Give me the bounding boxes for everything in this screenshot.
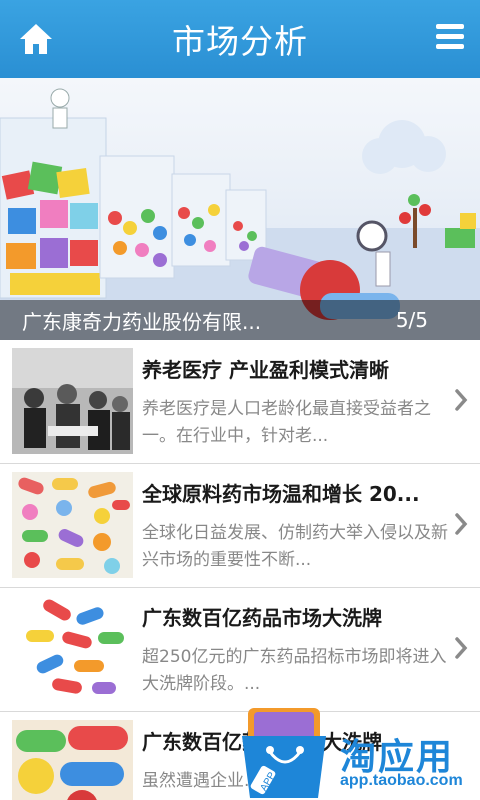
shopping-bag-icon: APP	[242, 708, 326, 798]
menu-icon[interactable]	[436, 24, 464, 52]
article-title: 养老医疗 产业盈利模式清晰	[142, 358, 389, 382]
banner-caption-bar: 广东康奇力药业股份有限... 5/5	[0, 300, 480, 340]
candy-jar-small	[171, 173, 267, 267]
article-summary: 养老医疗是人口老龄化最直接受益者之一。在行业中，针对老...	[142, 399, 431, 446]
banner-page-counter: 5/5	[395, 308, 428, 332]
chevron-right-icon	[455, 389, 468, 411]
page-title: 市场分析	[172, 22, 308, 61]
list-item[interactable]: 全球原料药市场温和增长 20... 全球化日益发展、仿制药大举入侵以及新兴市场的…	[0, 464, 480, 588]
chevron-right-icon	[455, 513, 468, 535]
article-summary: 超250亿元的广东药品招标市场即将进入大洗牌阶段。...	[142, 647, 447, 694]
candy-jar-medium	[99, 155, 175, 279]
candy-jar-large	[0, 117, 107, 299]
figure-on-jar	[50, 88, 70, 129]
chevron-right-icon	[455, 637, 468, 659]
colorful-pills-photo	[12, 472, 133, 578]
watermark-url: app.taobao.com	[340, 772, 463, 789]
app-header: 市场分析	[0, 0, 480, 78]
box-shape	[445, 228, 475, 248]
pills-closeup-photo	[12, 720, 133, 800]
list-item[interactable]: 广东数百亿药品市场大洗牌 超250亿元的广东药品招标市场即将进入大洗牌阶段。..…	[0, 588, 480, 712]
elderly-people-photo	[12, 348, 133, 454]
article-title: 全球原料药市场温和增长 20...	[142, 482, 420, 506]
home-icon[interactable]	[18, 22, 54, 56]
cloud-shape	[362, 120, 446, 174]
banner-carousel[interactable]: 广东康奇力药业股份有限... 5/5	[0, 78, 480, 340]
list-item[interactable]: 养老医疗 产业盈利模式清晰 养老医疗是人口老龄化最直接受益者之一。在行业中，针对…	[0, 340, 480, 464]
banner-caption[interactable]: 广东康奇力药业股份有限...	[22, 306, 261, 335]
article-summary: 全球化日益发展、仿制药大举入侵以及新兴市场的重要性不断...	[142, 523, 448, 570]
article-title: 广东数百亿药品市场大洗牌	[142, 606, 382, 630]
taobao-app-watermark: APP 淘应用 app.taobao.com	[240, 706, 480, 800]
capsules-photo	[12, 596, 133, 702]
